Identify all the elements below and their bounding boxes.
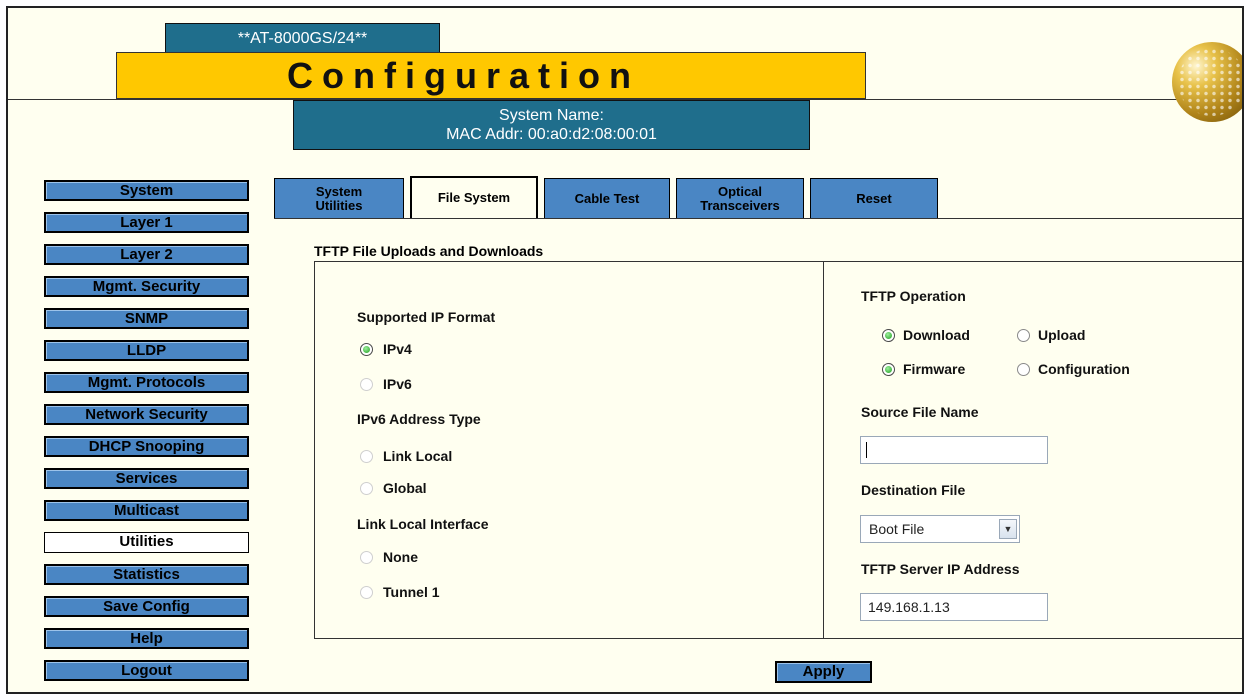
upload-label: Upload xyxy=(1038,327,1086,343)
mac-address: MAC Addr: 00:a0:d2:08:00:01 xyxy=(446,126,657,143)
download-radio[interactable] xyxy=(882,329,895,342)
firmware-label: Firmware xyxy=(903,361,966,377)
configuration-radio[interactable] xyxy=(1017,363,1030,376)
sidebar-item-layer-2[interactable]: Layer 2 xyxy=(44,244,249,265)
panel-divider xyxy=(823,262,824,638)
system-name-label: System Name: xyxy=(499,107,604,124)
sidebar-item-mgmt-protocols[interactable]: Mgmt. Protocols xyxy=(44,372,249,393)
global-label: Global xyxy=(383,480,427,496)
server-ip-input[interactable]: 149.168.1.13 xyxy=(860,593,1048,621)
apply-button[interactable]: Apply xyxy=(775,661,872,683)
tab-bar: System Utilities File System Cable Test … xyxy=(274,176,1242,218)
sidebar-item-multicast[interactable]: Multicast xyxy=(44,500,249,521)
text-caret xyxy=(866,442,867,458)
link-local-radio[interactable] xyxy=(360,450,373,463)
destination-file-value: Boot File xyxy=(869,521,925,537)
firmware-radio[interactable] xyxy=(882,363,895,376)
sidebar-nav: System Layer 1 Layer 2 Mgmt. Security SN… xyxy=(44,180,249,692)
source-file-input[interactable] xyxy=(860,436,1048,464)
sidebar-item-snmp[interactable]: SNMP xyxy=(44,308,249,329)
download-label: Download xyxy=(903,327,970,343)
sidebar-item-mgmt-security[interactable]: Mgmt. Security xyxy=(44,276,249,297)
sidebar-item-layer-1[interactable]: Layer 1 xyxy=(44,212,249,233)
sidebar-item-save-config[interactable]: Save Config xyxy=(44,596,249,617)
tab-system-utilities[interactable]: System Utilities xyxy=(274,178,404,218)
configuration-label: Configuration xyxy=(1038,361,1130,377)
sidebar-item-help[interactable]: Help xyxy=(44,628,249,649)
tab-baseline xyxy=(274,218,1242,219)
ipv6-type-label: IPv6 Address Type xyxy=(357,411,481,427)
ipv4-label: IPv4 xyxy=(383,341,412,357)
destination-file-label: Destination File xyxy=(861,482,966,498)
sidebar-item-system[interactable]: System xyxy=(44,180,249,201)
sidebar-item-utilities[interactable]: Utilities xyxy=(44,532,249,553)
globe-logo-icon xyxy=(1172,42,1242,122)
tftp-operation-label: TFTP Operation xyxy=(861,288,966,304)
page-title: Configuration xyxy=(116,52,866,99)
server-ip-label: TFTP Server IP Address xyxy=(861,561,1020,577)
destination-file-select[interactable]: Boot File ▼ xyxy=(860,515,1020,543)
sidebar-item-services[interactable]: Services xyxy=(44,468,249,489)
chevron-down-icon[interactable]: ▼ xyxy=(999,519,1017,539)
none-label: None xyxy=(383,549,418,565)
tab-optical-transceivers[interactable]: Optical Transceivers xyxy=(676,178,804,218)
section-title: TFTP File Uploads and Downloads xyxy=(314,243,544,259)
tab-file-system[interactable]: File System xyxy=(410,176,538,218)
ipv4-radio[interactable] xyxy=(360,343,373,356)
global-radio[interactable] xyxy=(360,482,373,495)
sidebar-item-dhcp-snooping[interactable]: DHCP Snooping xyxy=(44,436,249,457)
sidebar-item-statistics[interactable]: Statistics xyxy=(44,564,249,585)
tunnel-1-radio[interactable] xyxy=(360,586,373,599)
upload-radio[interactable] xyxy=(1017,329,1030,342)
ip-format-label: Supported IP Format xyxy=(357,309,496,325)
ipv6-radio[interactable] xyxy=(360,378,373,391)
sidebar-item-logout[interactable]: Logout xyxy=(44,660,249,681)
none-radio[interactable] xyxy=(360,551,373,564)
sidebar-item-network-security[interactable]: Network Security xyxy=(44,404,249,425)
sidebar-item-lldp[interactable]: LLDP xyxy=(44,340,249,361)
tftp-panel: Supported IP Format IPv4 IPv6 IPv6 Addre… xyxy=(314,261,1242,639)
tab-reset[interactable]: Reset xyxy=(810,178,938,218)
tunnel-1-label: Tunnel 1 xyxy=(383,584,440,600)
tab-cable-test[interactable]: Cable Test xyxy=(544,178,670,218)
source-file-label: Source File Name xyxy=(861,404,979,420)
browser-frame: **AT-8000GS/24** Configuration System Na… xyxy=(6,6,1244,694)
link-local-label: Link Local xyxy=(383,448,453,464)
system-info-box: System Name: MAC Addr: 00:a0:d2:08:00:01 xyxy=(293,100,810,150)
ipv6-label: IPv6 xyxy=(383,376,412,392)
link-local-interface-label: Link Local Interface xyxy=(357,516,489,532)
